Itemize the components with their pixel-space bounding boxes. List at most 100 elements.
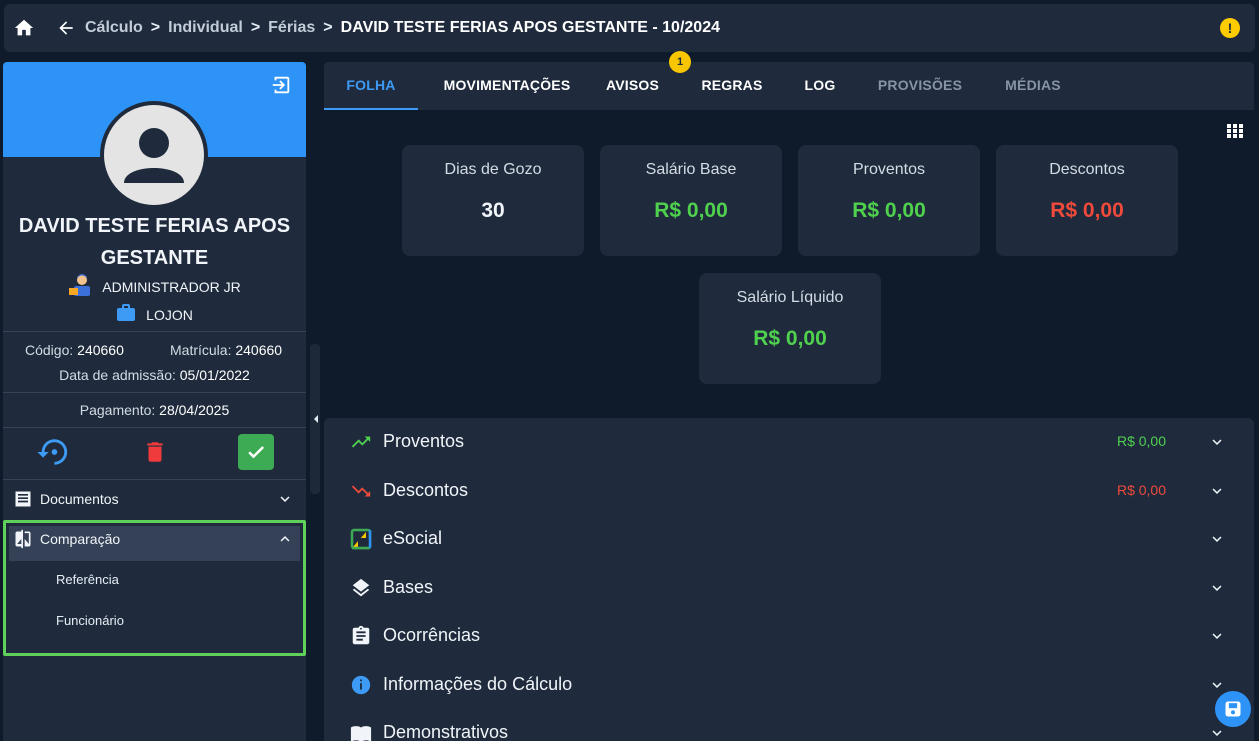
esocial-icon [350, 528, 372, 550]
codigo-field: Código: 240660 [25, 342, 124, 358]
back-arrow-icon[interactable] [56, 18, 76, 38]
recalculate-button[interactable] [35, 434, 71, 470]
card-label: Dias de Gozo [444, 161, 542, 178]
section-label: Bases [383, 577, 434, 597]
pagamento-label: Pagamento: [79, 402, 156, 418]
trash-icon [147, 442, 163, 462]
card-value: R$ 0,00 [852, 199, 926, 222]
codigo-value: 240660 [77, 342, 124, 358]
delete-button[interactable] [137, 434, 173, 470]
chevron-down-icon [1212, 585, 1222, 591]
breadcrumb-ferias[interactable]: Férias [268, 19, 315, 37]
section-label: eSocial [383, 528, 443, 548]
menu-comparacao-label: Comparação [40, 531, 121, 547]
avatar [100, 101, 208, 209]
section-value: R$ 0,00 [1116, 482, 1166, 498]
grid-view-icon[interactable] [1227, 124, 1243, 138]
matricula-value: 240660 [235, 342, 283, 358]
chevron-down-icon [1212, 439, 1222, 445]
section-value: R$ 0,00 [1116, 433, 1166, 449]
tab-log[interactable]: LOG [796, 62, 844, 110]
card-dias-de-gozo: Dias de Gozo 30 [402, 145, 584, 256]
codigo-label: Código: [25, 342, 74, 358]
card-descontos: Descontos R$ 0,00 [996, 145, 1178, 256]
tab-medias[interactable]: MÉDIAS [996, 62, 1070, 110]
chevron-left-icon[interactable] [311, 412, 319, 426]
matricula-label: Matrícula: [170, 342, 232, 358]
admissao-label: Data de admissão: [59, 367, 176, 383]
breadcrumb-separator: > [150, 19, 161, 36]
confirm-button[interactable] [238, 434, 274, 470]
card-label: Proventos [852, 161, 926, 178]
breadcrumb: Cálculo > Individual > Férias > DAVID TE… [85, 19, 720, 37]
chevron-down-icon [280, 496, 290, 502]
action-buttons [3, 434, 306, 474]
section-descontos[interactable]: Descontos R$ 0,00 [324, 467, 1254, 515]
book-icon [350, 722, 372, 741]
card-salario-liquido: Salário Líquido R$ 0,00 [699, 273, 881, 384]
info-icon [350, 674, 372, 696]
worker-icon [68, 274, 94, 299]
admission-date: Data de admissão: 05/01/2022 [3, 367, 306, 383]
tab-regras[interactable]: REGRAS [692, 62, 772, 110]
chevron-up-icon [280, 536, 290, 542]
section-proventos[interactable]: Proventos R$ 0,00 [324, 418, 1254, 466]
card-value: R$ 0,00 [753, 327, 827, 350]
breadcrumb-separator: > [323, 19, 333, 36]
section-bases[interactable]: Bases [324, 564, 1254, 612]
section-label: Descontos [383, 480, 469, 500]
breadcrumb-calculo[interactable]: Cálculo [85, 19, 143, 37]
section-esocial[interactable]: eSocial [324, 515, 1254, 563]
calculation-sections: Proventos R$ 0,00 Descontos R$ 0,00 eSoc… [324, 418, 1254, 741]
employee-name: DAVID TESTE FERIAS APOS GESTANTE [18, 215, 291, 269]
section-label: Ocorrências [383, 625, 481, 645]
menu-documentos-label: Documentos [40, 491, 119, 507]
person-icon [124, 128, 184, 183]
section-label: Demonstrativos [383, 722, 509, 741]
submenu-funcionario[interactable]: Funcionário [56, 613, 124, 628]
card-value: R$ 0,00 [654, 199, 728, 222]
menu-documentos[interactable]: Documentos [3, 479, 306, 519]
tab-folha[interactable]: FOLHA [324, 62, 418, 110]
admissao-value: 05/01/2022 [179, 367, 250, 383]
breadcrumb-separator: > [250, 19, 261, 36]
employee-store: LOJON [3, 304, 306, 325]
trending-up-icon [350, 431, 372, 453]
trending-down-icon [350, 480, 372, 502]
avisos-count-badge: 1 [669, 51, 691, 73]
matricula-field: Matrícula: 240660 [170, 342, 282, 358]
section-demonstrativos[interactable]: Demonstrativos [324, 709, 1254, 741]
top-bar: Cálculo > Individual > Férias > DAVID TE… [4, 4, 1255, 52]
payment-date: Pagamento: 28/04/2025 [3, 402, 306, 418]
clipboard-icon [350, 625, 372, 647]
submenu-referencia[interactable]: Referência [56, 572, 119, 587]
chevron-down-icon [1212, 633, 1222, 639]
tab-avisos[interactable]: AVISOS [594, 62, 671, 110]
warning-icon[interactable]: ! [1220, 18, 1240, 38]
breadcrumb-current: DAVID TESTE FERIAS APOS GESTANTE - 10/20… [340, 19, 720, 36]
tab-provisoes[interactable]: PROVISÕES [870, 62, 970, 110]
section-ocorrencias[interactable]: Ocorrências [324, 612, 1254, 660]
employee-role-label: ADMINISTRADOR JR [102, 278, 241, 295]
section-label: Informações do Cálculo [383, 674, 573, 694]
tab-movimentacoes[interactable]: MOVIMENTAÇÕES [431, 62, 583, 110]
card-value: R$ 0,00 [1050, 199, 1124, 222]
menu-comparacao-header[interactable]: Comparação [3, 519, 306, 559]
card-salario-base: Salário Base R$ 0,00 [600, 145, 782, 256]
section-informacoes-do-calculo[interactable]: Informações do Cálculo [324, 661, 1254, 709]
compare-icon [12, 528, 34, 550]
breadcrumb-individual[interactable]: Individual [168, 19, 243, 37]
divider [3, 392, 306, 393]
employee-role: ADMINISTRADOR JR [3, 274, 306, 299]
history-icon [37, 439, 68, 465]
exit-icon[interactable] [270, 74, 292, 96]
save-icon [1225, 701, 1241, 717]
divider [3, 331, 306, 332]
chevron-down-icon [1212, 488, 1222, 494]
home-icon[interactable] [13, 17, 35, 39]
save-fab-button[interactable] [1213, 689, 1253, 729]
employee-sidebar: DAVID TESTE FERIAS APOS GESTANTE ADMINIS… [3, 62, 306, 741]
tab-bar: FOLHA MOVIMENTAÇÕES AVISOS REGRAS LOG PR… [324, 62, 1254, 110]
card-value: 30 [481, 199, 505, 222]
section-label: Proventos [383, 431, 465, 451]
